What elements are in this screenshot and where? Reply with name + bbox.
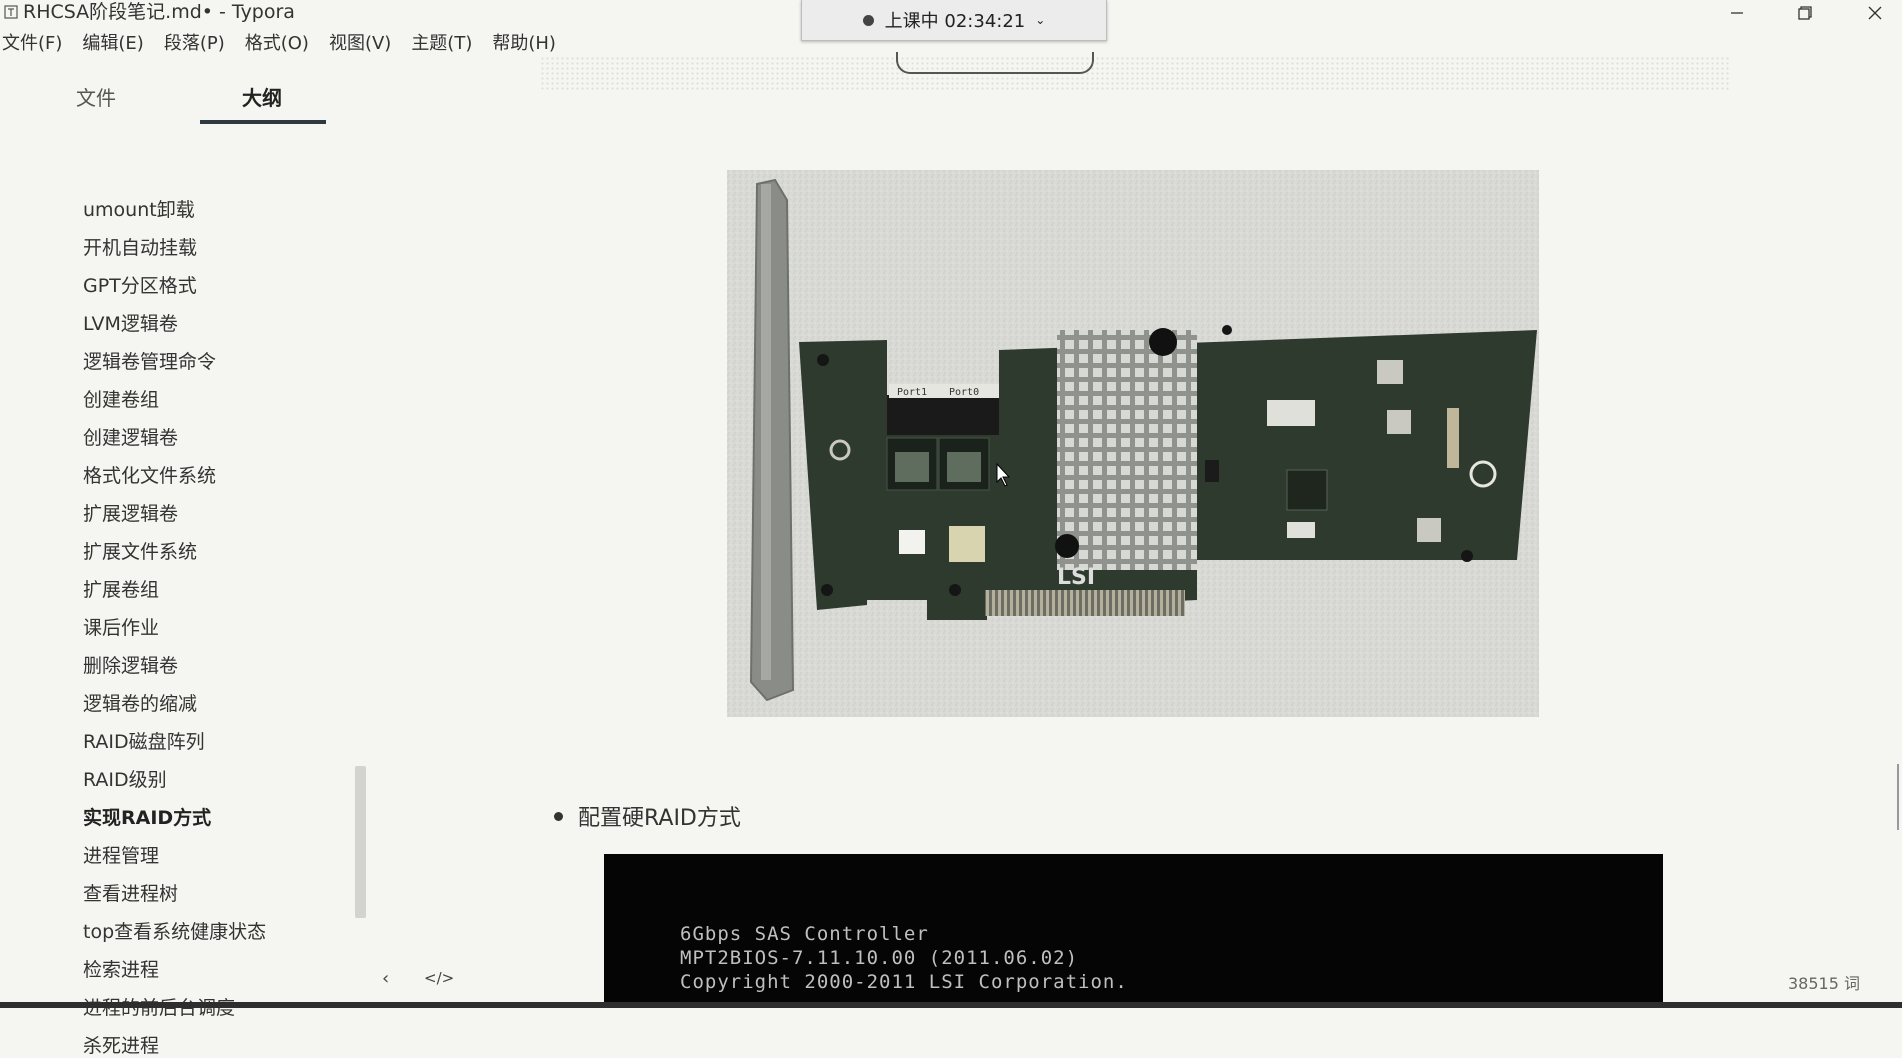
menu-file[interactable]: 文件(F): [0, 30, 69, 58]
outline-item[interactable]: 课后作业: [83, 616, 159, 640]
outline-item[interactable]: 创建逻辑卷: [83, 426, 178, 450]
decorative-dotted-strip: [540, 56, 1730, 92]
menu-paragraph[interactable]: 段落(P): [162, 30, 232, 58]
menu-view[interactable]: 视图(V): [327, 30, 398, 58]
bullet-icon: [554, 811, 563, 821]
sidebar: 文件 大纲 umount卸载 开机自动挂载 GPT分区格式 LVM逻辑卷 逻辑卷…: [0, 62, 366, 1057]
active-tab-indicator: [200, 120, 326, 124]
outline-item[interactable]: 删除逻辑卷: [83, 654, 178, 678]
chevron-down-icon[interactable]: ⌄: [1035, 13, 1045, 27]
close-button[interactable]: [1850, 0, 1900, 26]
minimize-button[interactable]: [1712, 0, 1762, 26]
bios-screenshot: 6Gbps SAS Controller MPT2BIOS-7.11.10.00…: [604, 854, 1663, 1008]
outline-item-active[interactable]: 实现RAID方式: [83, 806, 211, 830]
outline-item[interactable]: 创建卷组: [83, 388, 159, 412]
outline-item[interactable]: 逻辑卷管理命令: [83, 350, 216, 374]
window-title: RHCSA阶段笔记.md• - Typora: [23, 1, 295, 23]
port1-label: Port1: [897, 387, 927, 398]
recording-dot-icon: [862, 14, 874, 26]
menu-theme[interactable]: 主题(T): [409, 30, 479, 58]
lsi-logo-label: LSI: [1057, 565, 1095, 590]
window-bottom-border: [0, 1002, 1902, 1008]
outline-item[interactable]: 扩展逻辑卷: [83, 502, 178, 526]
outline-item[interactable]: RAID级别: [83, 768, 167, 792]
outline-item[interactable]: 查看进程树: [83, 882, 178, 906]
port0-label: Port0: [949, 387, 979, 398]
word-count[interactable]: 38515 词: [1788, 970, 1860, 994]
outline-item[interactable]: 检索进程: [83, 958, 159, 982]
class-timer-widget[interactable]: 上课中 02:34:21 ⌄: [801, 0, 1107, 41]
source-code-icon[interactable]: </>: [424, 969, 454, 987]
bios-line: 6Gbps SAS Controller: [680, 923, 929, 945]
outline-item[interactable]: 开机自动挂载: [83, 236, 197, 260]
class-widget-handle[interactable]: [896, 52, 1094, 74]
tab-files[interactable]: 文件: [76, 82, 116, 111]
menu-bar: 文件(F) 编辑(E) 段落(P) 格式(O) 视图(V) 主题(T) 帮助(H…: [0, 30, 574, 58]
outline-item[interactable]: RAID磁盘阵列: [83, 730, 205, 754]
outline-item[interactable]: 格式化文件系统: [83, 464, 216, 488]
bios-line: MPT2BIOS-7.11.10.00 (2011.06.02): [680, 947, 1079, 969]
menu-help[interactable]: 帮助(H): [490, 30, 563, 58]
minimize-icon: [1731, 12, 1743, 14]
tab-outline[interactable]: 大纲: [242, 82, 282, 111]
outline-item[interactable]: GPT分区格式: [83, 274, 197, 298]
outline-item[interactable]: top查看系统健康状态: [83, 920, 266, 944]
sidebar-scrollbar-thumb[interactable]: [355, 766, 366, 918]
class-timer-text: 上课中 02:34:21: [884, 11, 1026, 32]
outline-item[interactable]: 进程的前后台调度: [83, 996, 235, 1020]
restore-icon: [1798, 6, 1812, 20]
restore-button[interactable]: [1780, 0, 1830, 26]
close-icon: [1868, 6, 1882, 20]
outline-item[interactable]: umount卸载: [83, 198, 195, 222]
bios-line: Copyright 2000-2011 LSI Corporation.: [680, 971, 1128, 993]
raid-card-photo: Port1 Port0 LSI: [727, 170, 1539, 717]
editor-scrollbar-thumb[interactable]: [1897, 764, 1899, 830]
chevron-left-icon[interactable]: ‹: [382, 968, 389, 989]
outline-item[interactable]: LVM逻辑卷: [83, 312, 178, 336]
outline-item[interactable]: 扩展卷组: [83, 578, 159, 602]
bullet-item: 配置硬RAID方式: [554, 800, 741, 832]
outline-item[interactable]: 进程管理: [83, 844, 159, 868]
typora-app-icon: [4, 5, 18, 19]
outline-item[interactable]: 逻辑卷的缩减: [83, 692, 197, 716]
outline-item[interactable]: 扩展文件系统: [83, 540, 197, 564]
menu-format[interactable]: 格式(O): [243, 30, 316, 58]
menu-edit[interactable]: 编辑(E): [80, 30, 150, 58]
bullet-text: 配置硬RAID方式: [578, 806, 741, 831]
outline-item[interactable]: 杀死进程: [83, 1034, 159, 1058]
